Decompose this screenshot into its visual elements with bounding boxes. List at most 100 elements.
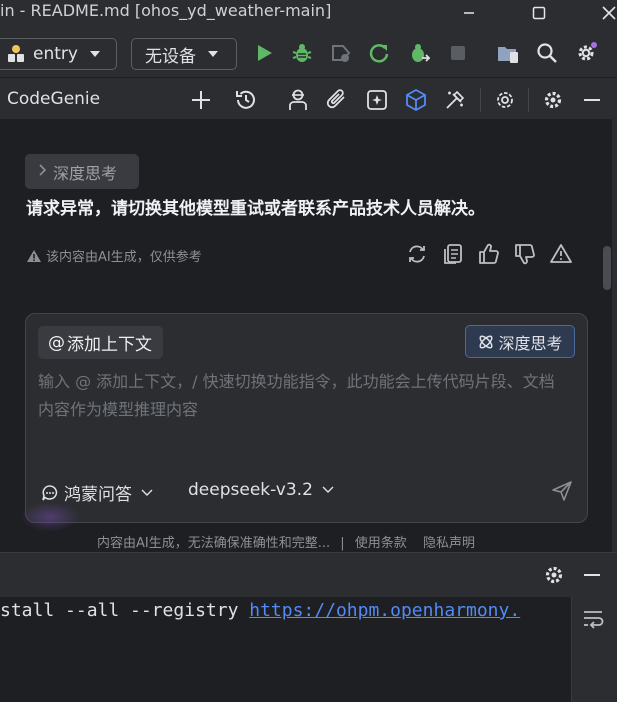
codegenie-header: CodeGenie — [0, 78, 612, 120]
device-manager-icon — [498, 47, 518, 63]
deep-think-icon — [479, 334, 494, 349]
add-context-button[interactable]: @ 添加上下文 — [38, 326, 163, 359]
plus-icon — [192, 91, 210, 109]
terminal-hide-button[interactable] — [579, 562, 605, 588]
agent-icon — [289, 89, 307, 110]
deep-thinking-label: 深度思考 — [53, 163, 118, 183]
gear-icon — [578, 42, 597, 61]
tools-button[interactable] — [442, 87, 468, 113]
code-package-button[interactable] — [403, 87, 429, 113]
maximize-button[interactable] — [519, 0, 559, 26]
warning-icon — [27, 249, 41, 262]
search-button[interactable] — [534, 40, 560, 66]
panel-title: CodeGenie — [7, 89, 101, 109]
device-label: 无设备 — [145, 46, 196, 67]
terminal-side-toolbar — [571, 597, 617, 702]
hide-panel-button[interactable] — [579, 87, 605, 113]
chat-area: 深度思考 请求异常，请切换其他模型重试或者联系产品技术人员解决。 该内容由AI生… — [0, 120, 612, 552]
close-icon — [602, 6, 616, 20]
minimize-icon — [464, 12, 474, 14]
privacy-link[interactable]: 隐私声明 — [423, 536, 475, 551]
thumbs-up-icon — [479, 243, 499, 264]
minimize-icon — [584, 99, 600, 101]
model-label: deepseek-v3.2 — [188, 480, 313, 500]
error-message: 请求异常，请切换其他模型重试或者联系产品技术人员解决。 — [26, 199, 485, 219]
chevron-down-icon — [89, 51, 100, 57]
panel-options-button[interactable] — [540, 87, 566, 113]
registry-link[interactable]: https://ohpm.openharmony. — [249, 600, 520, 621]
gear-icon — [544, 91, 562, 109]
model-selector[interactable]: deepseek-v3.2 — [188, 480, 334, 500]
chat-scrollbar[interactable] — [603, 246, 611, 290]
add-context-label: 添加上下文 — [67, 335, 152, 355]
sparkle-edit-icon — [367, 90, 387, 110]
regenerate-button[interactable] — [403, 240, 431, 268]
minimize-icon — [584, 574, 600, 576]
close-button[interactable] — [589, 0, 617, 26]
history-button[interactable] — [233, 87, 259, 113]
footer-separator: | — [340, 536, 345, 551]
terminal-command: stall --all --registry — [0, 600, 250, 621]
new-chat-button[interactable] — [188, 87, 214, 113]
header-divider — [480, 88, 481, 112]
header-divider — [528, 88, 529, 112]
search-icon — [537, 43, 557, 63]
bug-icon — [292, 44, 312, 62]
debug-button[interactable] — [289, 40, 315, 66]
cube-icon — [406, 88, 426, 112]
chat-bubble-icon — [42, 484, 58, 500]
gear-icon — [497, 92, 513, 108]
deep-think-toggle[interactable]: 深度思考 — [465, 325, 575, 358]
send-icon — [552, 481, 572, 501]
at-icon: @ — [48, 332, 65, 353]
stop-icon — [451, 46, 465, 60]
title-bar: in - README.md [ohos_yd_weather-main] — [0, 0, 617, 26]
window-title: in - README.md [ohos_yd_weather-main] — [0, 1, 332, 20]
history-icon — [236, 90, 255, 109]
main-toolbar: entry 无设备 — [0, 26, 617, 78]
terminal-settings-button[interactable] — [541, 562, 567, 588]
copy-icon — [444, 244, 462, 264]
run-button[interactable] — [251, 40, 277, 66]
chat-input-placeholder[interactable]: 输入 @ 添加上下文，/ 快速切换功能指令，此功能会上传代码片段、文档内容作为模… — [38, 368, 568, 424]
profiler-button[interactable] — [406, 40, 432, 66]
send-button[interactable] — [549, 478, 575, 504]
device-manager-button[interactable] — [495, 40, 521, 66]
paperclip-icon — [326, 89, 345, 109]
device-dropdown[interactable]: 无设备 — [131, 38, 237, 70]
maximize-icon — [532, 6, 546, 20]
stop-button[interactable] — [445, 40, 471, 66]
ai-disclaimer: 该内容由AI生成，仅供参考 — [26, 246, 202, 265]
footer-disclaimer: 内容由AI生成，无法确保准确性和完整... — [97, 536, 331, 551]
attachment-button[interactable] — [324, 87, 350, 113]
report-button[interactable] — [547, 240, 575, 268]
deep-thinking-toggle[interactable]: 深度思考 — [25, 154, 139, 189]
ai-disclaimer-text: 该内容由AI生成，仅供参考 — [46, 250, 202, 265]
apply-changes-button[interactable] — [366, 40, 392, 66]
thumbs-down-button[interactable] — [511, 240, 539, 268]
module-icon — [8, 45, 24, 62]
run-config-dropdown[interactable]: entry — [0, 38, 117, 70]
deep-think-label: 深度思考 — [498, 333, 563, 353]
refresh-icon — [369, 44, 389, 63]
run-config-label: entry — [33, 44, 78, 64]
ai-edit-button[interactable] — [364, 87, 390, 113]
soft-wrap-button[interactable] — [581, 607, 607, 633]
attach-debugger-button[interactable] — [328, 40, 354, 66]
thumbs-up-button[interactable] — [475, 240, 503, 268]
copy-button[interactable] — [439, 240, 467, 268]
chevron-down-icon — [141, 489, 153, 496]
play-icon — [258, 45, 272, 61]
panel-edge — [612, 78, 617, 552]
chevron-down-icon — [322, 486, 334, 493]
chevron-down-icon — [208, 51, 218, 57]
codegenie-settings-button[interactable] — [492, 87, 518, 113]
terminal-line: stall --all --registry https://ohpm.open… — [0, 600, 520, 621]
minimize-button[interactable] — [449, 0, 489, 26]
agent-button[interactable] — [285, 87, 311, 113]
chevron-right-icon — [37, 163, 47, 181]
settings-button[interactable] — [573, 40, 599, 66]
chat-input-box[interactable]: @ 添加上下文 深度思考 输入 @ 添加上下文，/ 快速切换功能指令，此功能会上… — [25, 313, 588, 523]
terms-link[interactable]: 使用条款 — [355, 536, 407, 551]
terminal-output[interactable]: stall --all --registry https://ohpm.open… — [0, 597, 571, 702]
